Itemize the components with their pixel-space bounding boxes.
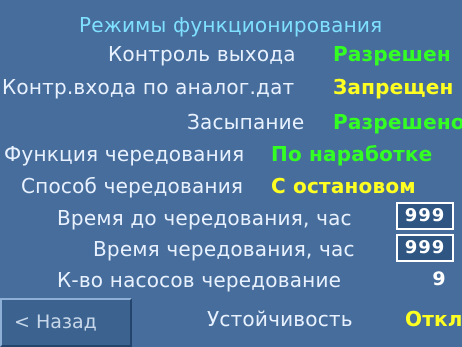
- analog-input-control-label: Контр.входа по аналог.дат: [2, 75, 295, 99]
- sleep-value[interactable]: Разрешено: [333, 110, 462, 134]
- sleep-label: Засыпание: [187, 110, 305, 134]
- page-title: Режимы функционирования: [79, 13, 383, 37]
- rotation-time-field[interactable]: 999: [396, 234, 454, 262]
- time-to-rotation-field[interactable]: 999: [396, 202, 454, 230]
- time-to-rotation-label: Время до чередования, час: [57, 206, 352, 230]
- output-control-label: Контроль выхода: [108, 42, 296, 66]
- output-control-value[interactable]: Разрешен: [333, 42, 451, 66]
- rotation-function-label: Функция чередования: [4, 142, 245, 166]
- analog-input-control-value[interactable]: Запрещен: [333, 75, 454, 99]
- stability-value[interactable]: Откл: [405, 307, 462, 331]
- back-button-label: < Назад: [14, 311, 97, 333]
- rotation-method-label: Способ чередования: [21, 174, 244, 198]
- rotation-method-value[interactable]: С остановом: [271, 174, 416, 198]
- pumps-rotation-count-field[interactable]: 9: [428, 266, 450, 292]
- back-button[interactable]: < Назад: [0, 298, 132, 347]
- stability-label: Устойчивость: [207, 307, 353, 331]
- rotation-function-value[interactable]: По наработке: [271, 142, 432, 166]
- settings-panel: Режимы функционирования Контроль выхода …: [0, 0, 462, 347]
- pumps-rotation-count-label: К-во насосов чередование: [57, 268, 342, 292]
- rotation-time-label: Время чередования, час: [93, 237, 355, 261]
